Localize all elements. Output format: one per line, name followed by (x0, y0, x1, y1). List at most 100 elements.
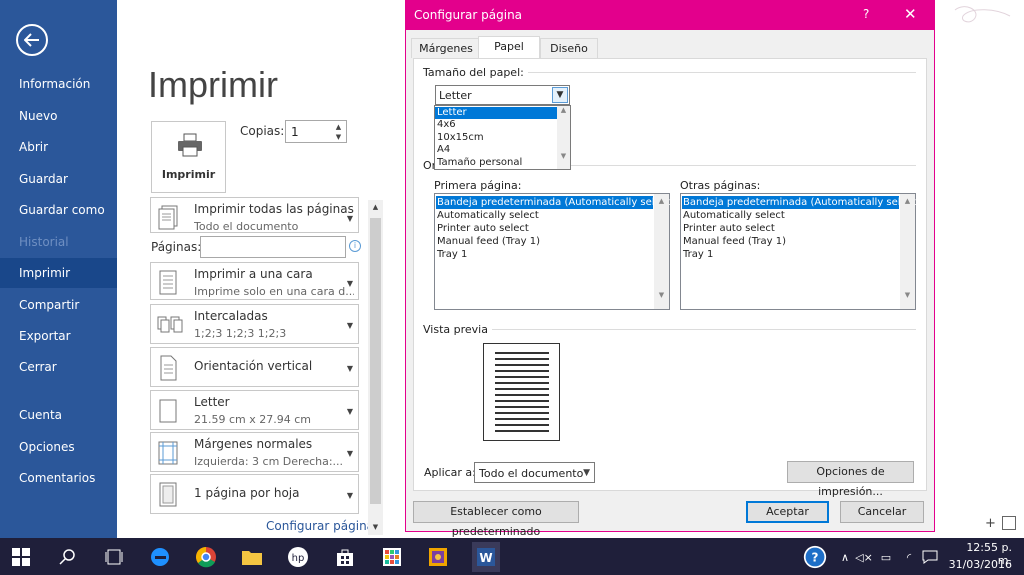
dialog-titlebar[interactable]: Configurar página ? ✕ (406, 1, 934, 30)
list-item[interactable]: Bandeja predeterminada (Automatically se… (682, 196, 920, 209)
sidebar-item-guardar-como[interactable]: Guardar como (0, 195, 117, 225)
back-arrow-icon (24, 33, 39, 47)
other-pages-listbox[interactable]: Bandeja predeterminada (Automatically se… (680, 193, 920, 310)
list-item[interactable]: Tray 1 (436, 248, 653, 261)
scroll-up-icon[interactable]: ▲ (368, 200, 383, 215)
print-button[interactable]: Imprimir (151, 121, 226, 193)
scroll-up-icon[interactable]: ▲ (900, 197, 915, 205)
first-page-listbox[interactable]: Bandeja predeterminada (Automatically se… (434, 193, 674, 310)
dropdown-arrow-icon: ▼ (346, 321, 353, 330)
print-button-label: Imprimir (161, 168, 216, 181)
word-icon[interactable]: W (472, 542, 500, 572)
paper-size-dropdown[interactable]: Letter 21.59 cm x 27.94 cm ▼ (150, 390, 359, 430)
scroll-down-icon[interactable]: ▼ (557, 152, 570, 160)
paper-size-combo[interactable]: Letter ▼ (435, 85, 570, 105)
scroll-down-icon[interactable]: ▼ (900, 291, 915, 299)
windows-start-icon[interactable] (9, 545, 33, 569)
paper-size-dropdown-list[interactable]: Letter 4x6 10x15cm A4 Tamaño personal ▲ ▼ (434, 105, 571, 170)
sidebar-item-comentarios[interactable]: Comentarios (0, 463, 117, 493)
chrome-icon[interactable] (194, 545, 218, 569)
copies-stepper[interactable]: 1 ▲ ▼ (285, 120, 347, 143)
pages-per-sheet-dropdown[interactable]: 1 página por hoja ▼ (150, 474, 359, 514)
ok-button[interactable]: Aceptar (746, 501, 829, 523)
list-item[interactable]: Printer auto select (682, 222, 899, 235)
edge-icon[interactable] (148, 545, 172, 569)
list-item[interactable]: Automatically select (436, 209, 653, 222)
tab-diseno[interactable]: Diseño (540, 38, 598, 58)
set-default-button[interactable]: Establecer como predeterminado (413, 501, 579, 538)
settings-scrollbar[interactable]: ▲ ▼ (368, 200, 383, 535)
list-item[interactable]: Tamaño personal (435, 157, 557, 169)
clock-date[interactable]: 31/03/2016 (946, 558, 1012, 571)
apps-icon[interactable] (380, 545, 404, 569)
dropdown-arrow-icon: ▼ (346, 491, 353, 500)
notifications-icon[interactable] (918, 545, 942, 569)
apply-to-dropdown[interactable]: Todo el documento ▼ (474, 462, 595, 483)
preview-line (495, 412, 549, 414)
sidebar-item-cerrar[interactable]: Cerrar (0, 352, 117, 382)
file-explorer-icon[interactable] (240, 545, 264, 569)
scroll-down-icon[interactable]: ▼ (368, 520, 383, 535)
tab-margenes[interactable]: Márgenes (411, 38, 481, 58)
print-range-dropdown[interactable]: Imprimir todas las páginas Todo el docum… (150, 197, 359, 233)
page-title: Imprimir (148, 64, 278, 105)
pages-input[interactable] (200, 236, 346, 258)
sidebar-item-guardar[interactable]: Guardar (0, 164, 117, 194)
zoom-in-icon[interactable]: + (985, 516, 996, 531)
paper-size-value: Letter (439, 89, 472, 102)
margins-dropdown[interactable]: Márgenes normales Izquierda: 3 cm Derech… (150, 432, 359, 472)
listbox-scrollbar[interactable]: ▲ ▼ (654, 194, 669, 309)
task-view-icon[interactable] (102, 545, 126, 569)
scroll-up-icon[interactable]: ▲ (654, 197, 669, 205)
volume-icon[interactable]: ◁× (852, 545, 876, 569)
list-item[interactable]: Bandeja predeterminada (Automatically se… (436, 196, 674, 209)
back-button[interactable] (16, 24, 48, 56)
list-item[interactable]: Letter (435, 107, 557, 119)
sidebar-item-imprimir[interactable]: Imprimir (0, 258, 117, 288)
scroll-up-icon[interactable]: ▲ (557, 106, 570, 114)
decorative-swirl-icon (954, 6, 1011, 23)
sidebar-item-exportar[interactable]: Exportar (0, 321, 117, 351)
list-item[interactable]: 4x6 (435, 119, 557, 131)
orientation-dropdown[interactable]: Orientación vertical ▼ (150, 347, 359, 387)
dropdown-scrollbar[interactable]: ▲ ▼ (557, 106, 570, 169)
list-item[interactable]: Automatically select (682, 209, 899, 222)
store-icon[interactable] (333, 545, 357, 569)
sidebar-item-informacion[interactable]: Información (0, 69, 117, 99)
paint-icon[interactable] (426, 545, 450, 569)
sidebar-item-nuevo[interactable]: Nuevo (0, 101, 117, 131)
dropdown-arrow-icon: ▼ (346, 449, 353, 458)
page-setup-link[interactable]: Configurar página (266, 519, 374, 533)
zoom-fit-icon[interactable] (1002, 516, 1016, 530)
preview-line (495, 376, 549, 378)
help-button[interactable]: ? (863, 7, 869, 21)
sidebar-item-compartir[interactable]: Compartir (0, 290, 117, 320)
sidebar-item-abrir[interactable]: Abrir (0, 132, 117, 162)
sidebar-item-cuenta[interactable]: Cuenta (0, 400, 117, 430)
copies-spin-buttons[interactable]: ▲ ▼ (333, 122, 344, 142)
setting-main-text: Márgenes normales (194, 437, 313, 451)
close-icon[interactable]: ✕ (904, 5, 917, 23)
network-icon[interactable]: ▭ (874, 545, 898, 569)
pages-stack-icon (158, 205, 178, 230)
list-item[interactable]: Tray 1 (682, 248, 899, 261)
search-icon[interactable] (56, 545, 80, 569)
cancel-button[interactable]: Cancelar (840, 501, 924, 523)
chevron-down-icon[interactable]: ▼ (552, 87, 568, 103)
help-icon[interactable]: ? (803, 545, 827, 569)
sidebar-item-opciones[interactable]: Opciones (0, 432, 117, 462)
list-item[interactable]: Manual feed (Tray 1) (436, 235, 653, 248)
listbox-scrollbar[interactable]: ▲ ▼ (900, 194, 915, 309)
hp-icon[interactable]: hp (286, 545, 310, 569)
list-item[interactable]: Manual feed (Tray 1) (682, 235, 899, 248)
tab-papel[interactable]: Papel (478, 36, 540, 59)
scroll-down-icon[interactable]: ▼ (654, 291, 669, 299)
list-item[interactable]: A4 (435, 144, 557, 156)
print-options-button[interactable]: Opciones de impresión... (787, 461, 914, 498)
list-item[interactable]: Printer auto select (436, 222, 653, 235)
collate-dropdown[interactable]: Intercaladas 1;2;3 1;2;3 1;2;3 ▼ (150, 304, 359, 344)
sides-dropdown[interactable]: Imprimir a una cara Imprime solo en una … (150, 262, 359, 300)
list-item[interactable]: 10x15cm (435, 132, 557, 144)
info-icon[interactable]: i (349, 240, 361, 252)
scroll-thumb[interactable] (370, 218, 381, 504)
